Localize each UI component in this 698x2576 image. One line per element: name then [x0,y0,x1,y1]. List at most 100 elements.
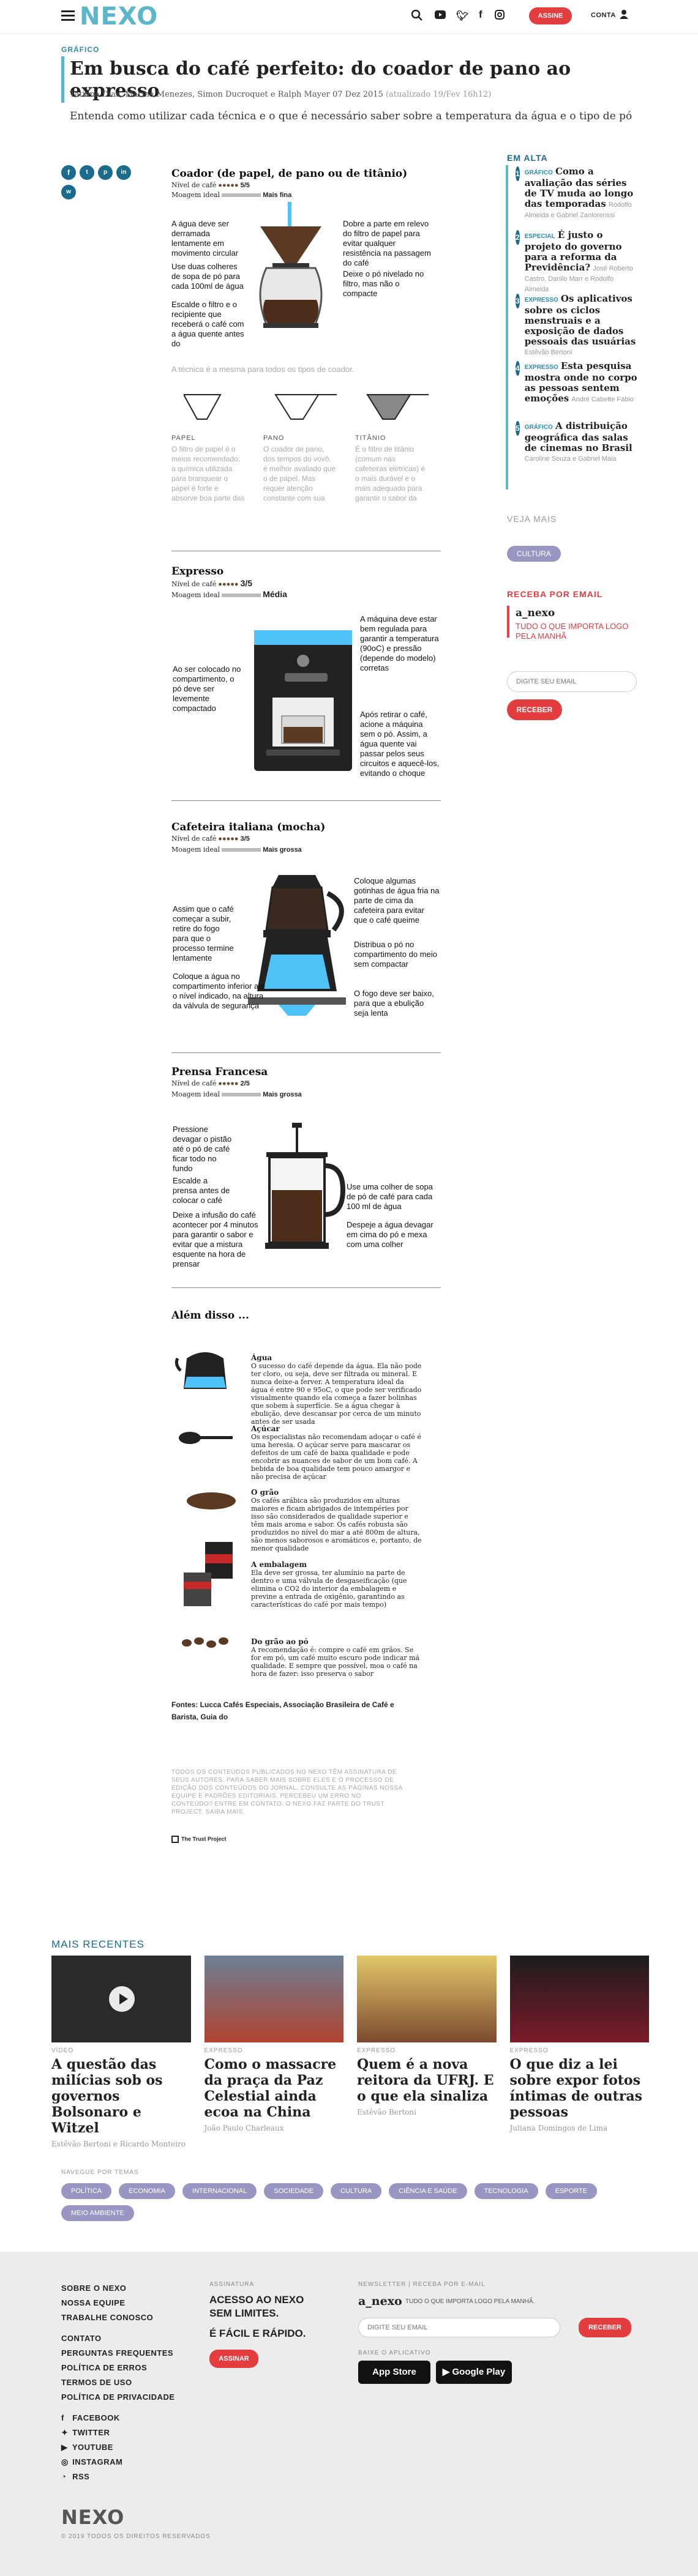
recent-card-image[interactable] [51,1956,191,2042]
share-whatsapp-icon[interactable]: w [61,185,76,199]
footer-link[interactable]: NOSSA EQUIPE [61,2296,175,2310]
footer-links: SOBRE O NEXO NOSSA EQUIPE TRABALHE CONOS… [61,2281,175,2484]
footer-link[interactable]: POLÍTICA DE ERROS [61,2361,175,2375]
recent-card-image[interactable] [357,1956,497,2042]
topic-button[interactable]: INTERNACIONAL [182,2183,257,2199]
topic-button[interactable]: SOCIEDADE [264,2183,324,2199]
topic-button[interactable]: MEIO AMBIENTE [61,2205,134,2221]
prensa-grind-row: Moagem ideal Mais grossa [171,1090,302,1098]
recent-card[interactable]: EXPRESSO Como o massacre da praça da Paz… [204,1956,343,2148]
footer-subscribe-button[interactable]: ASSINAR [209,2350,258,2368]
newsletter-receive-button[interactable]: RECEBER [507,699,562,720]
trending-rank: 1 [516,166,520,181]
topic-button[interactable]: POLÍTICA [61,2183,112,2199]
expresso-title: Expresso [171,565,224,578]
share-linkedin-icon[interactable]: in [116,165,131,180]
recent-card-image[interactable] [509,1956,649,2042]
footer-rss-link[interactable]: ◔ RSS [61,2470,175,2484]
strength-beans-icon: ●●●●● [218,1080,239,1087]
footer-twitter-link[interactable]: ✦ TWITTER [61,2425,175,2440]
youtube-icon[interactable] [435,10,446,22]
topic-button[interactable]: CULTURA [331,2183,382,2199]
culture-tag-button[interactable]: CULTURA [507,546,561,562]
footer-link[interactable]: PERGUNTAS FREQUENTES [61,2346,175,2361]
coador-illustration [259,202,323,328]
share-pinterest-icon[interactable]: p [98,165,113,180]
section-divider [171,1052,441,1053]
spoon-icon [179,1432,233,1444]
app-store-button[interactable]: App Store [358,2361,430,2384]
menu-icon[interactable] [61,10,75,24]
share-twitter-icon[interactable]: t [80,165,94,180]
coador-title: Coador (de papel, de pano ou de titânio) [171,168,408,180]
trending-item[interactable]: 3 EXPRESSO Os aplicativos sobre os ciclo… [516,294,638,361]
footer-logo[interactable]: NEXO [61,2506,124,2529]
recent-list: VÍDEO A questão das milícias sob os gove… [51,1956,649,2148]
italiana-note-right-3: O fogo deve ser baixo, para que a ebuliç… [354,989,434,1018]
footer-link[interactable]: POLÍTICA DE PRIVACIDADE [61,2390,175,2405]
recent-card-image[interactable] [204,1956,343,2042]
rss-icon: ◔ [61,2472,67,2481]
footer-link[interactable]: CONTATO [61,2331,175,2346]
italiana-note-left-1: Assim que o café começar a subir, retire… [173,904,234,962]
coffee-beans-pile-icon [187,1492,236,1509]
espresso-machine-illustration [254,630,352,771]
coador-note-right-1: Dobre a parte em relevo do filtro de pap… [343,219,431,267]
search-icon[interactable] [411,9,422,24]
recent-card[interactable]: EXPRESSO Quem é a nova reitora da UFRJ. … [357,1956,497,2148]
instagram-icon[interactable] [495,10,505,23]
play-icon[interactable] [109,1986,135,2012]
trending-item[interactable]: 2 ESPECIAL É justo o projeto do governo … [516,230,638,294]
coador-type-note: A técnica é a mesma para todos os tipos … [171,365,355,374]
site-logo[interactable]: NEXO [80,2,158,31]
coador-grind-row: Moagem ideal Mais fina [171,191,292,199]
topic-button[interactable]: TECNOLOGIA [474,2183,538,2199]
expresso-note-right-2: Após retirar o café, acione a máquina se… [360,710,440,778]
footer-instagram-link[interactable]: ◎ INSTAGRAM [61,2455,175,2470]
topic-button[interactable]: ESPORTE [545,2183,598,2199]
subscription-text-1: ACESSO AO NEXO SEM LIMITES. [209,2294,304,2319]
subscribe-button[interactable]: ASSINE [529,7,572,24]
footer-link[interactable]: SOBRE O NEXO [61,2281,175,2296]
share-facebook-icon[interactable]: f [61,165,76,180]
trending-item[interactable]: 5 GRÁFICO A distribuição geográfica das … [516,421,638,485]
editorial-disclaimer: TODOS OS CONTEÚDOS PUBLICADOS NO NEXO TÊ… [171,1769,403,1815]
newsletter-accent-bar [507,606,509,638]
extra-item-package: A embalagem Ela deve ser grossa, ter alu… [251,1560,407,1609]
footer-youtube-link[interactable]: ▶ YOUTUBE [61,2440,175,2455]
footer-receive-button[interactable]: RECEBER [579,2318,631,2337]
facebook-icon[interactable]: f [479,9,482,21]
app-download-label: BAIXE O APLICATIVO [358,2350,431,2356]
italiana-strength-row: Nível de café ●●●●● 3/5 [171,835,250,843]
footer-facebook-link[interactable]: f FACEBOOK [61,2411,175,2425]
newsletter-email-input[interactable] [507,671,637,692]
footer-link[interactable]: TERMOS DE USO [61,2375,175,2390]
prensa-title: Prensa Francesa [171,1066,268,1078]
article-kicker[interactable]: GRÁFICO [61,45,99,54]
italiana-title: Cafeteira italiana (mocha) [171,821,326,833]
account-link[interactable]: CONTA [591,12,616,19]
trending-item[interactable]: 4 EXPRESSO Esta pesquisa mostra onde no … [516,361,638,421]
trending-rank: 2 [516,230,520,245]
filter-type-paper: PAPEL O filtro de papel é o meios recome… [171,434,245,502]
extra-item-water: Água O sucesso do café depende da água. … [251,1353,422,1426]
recent-card[interactable]: VÍDEO A questão das milícias sob os gove… [51,1956,191,2148]
expresso-grind-row: Moagem ideal Média [171,589,287,599]
user-icon[interactable] [620,9,628,22]
trending-title: EM ALTA [507,153,548,163]
recent-card[interactable]: EXPRESSO O que diz a lei sobre expor fot… [509,1956,649,2148]
kettle-icon [174,1352,227,1389]
coador-note-left-3: Escalde o filtro e o recipiente que rece… [171,300,244,348]
topic-button[interactable]: CIÊNCIA E SAÚDE [389,2183,467,2199]
footer-newsletter-label: NEWSLETTER | RECEBA POR E-MAIL [358,2281,486,2288]
grind-bar [222,1093,261,1097]
newsletter-title: RECEBA POR EMAIL [507,589,603,599]
topic-button[interactable]: ECONOMIA [119,2183,176,2199]
footer-email-input[interactable] [358,2318,560,2337]
article-dek: Entenda como utilizar cada técnica e o q… [70,110,632,122]
footer-link[interactable]: TRABALHE CONOSCO [61,2310,175,2325]
trust-project-logo[interactable]: The Trust Project [171,1836,227,1843]
twitter-icon[interactable]: 🐦︎ [456,10,468,22]
trending-item[interactable]: 1 GRÁFICO Como a avaliação das séries de… [516,166,638,230]
google-play-button[interactable]: ▶ Google Play [436,2361,512,2384]
